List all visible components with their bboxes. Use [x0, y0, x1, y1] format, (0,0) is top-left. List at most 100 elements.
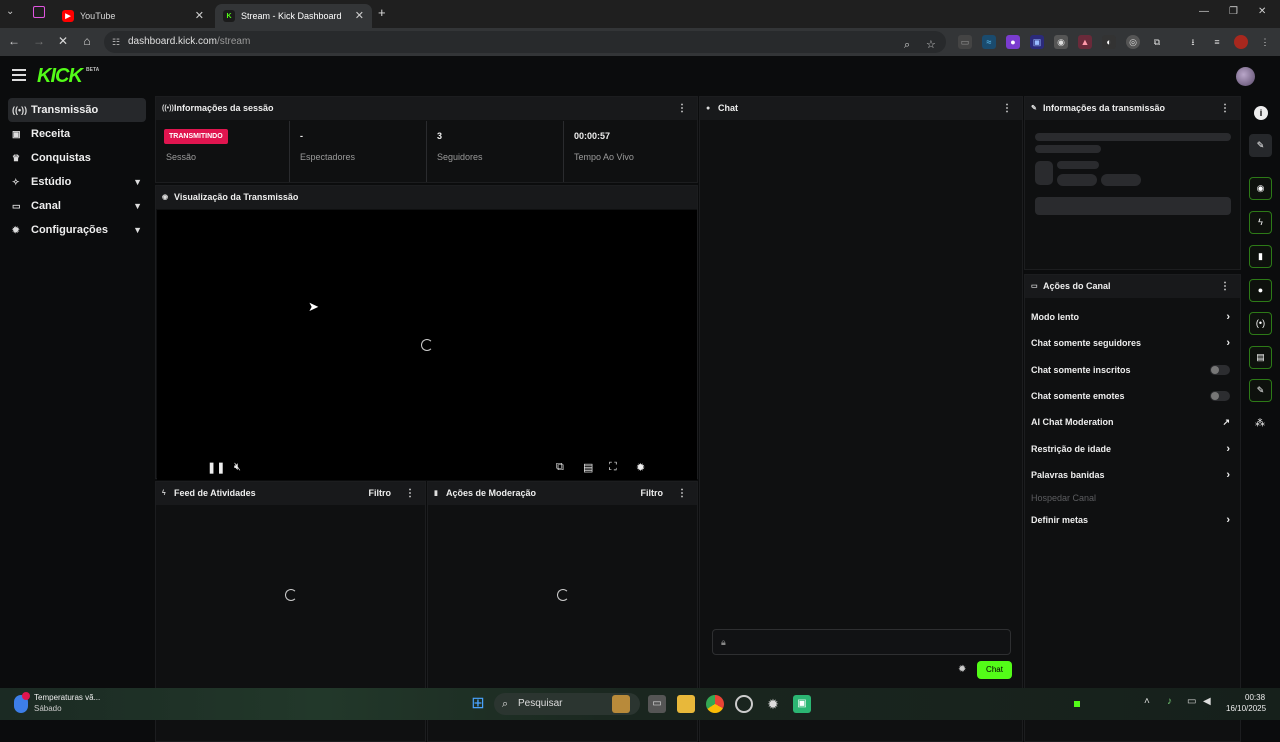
browser-tab-bar: ⌄ ▶ YouTube ✕ K Stream - Kick Dashboard …	[0, 0, 1280, 28]
network-icon[interactable]: ▭	[1187, 696, 1196, 707]
more-options-icon[interactable]: ⋮	[1220, 97, 1230, 120]
theater-mode-icon[interactable]: ▤	[583, 461, 593, 474]
tray-app-icon[interactable]	[1074, 701, 1080, 707]
trophy-icon: ♛	[12, 153, 21, 163]
skeleton-placeholder	[1035, 161, 1053, 185]
extension-icon[interactable]: ◎	[1126, 35, 1140, 49]
action-slow-mode[interactable]: Modo lento ›	[1031, 307, 1232, 327]
filter-button[interactable]: Filtro	[641, 482, 664, 505]
chat-message-input[interactable]: 🔒︎	[712, 629, 1011, 655]
kick-logo[interactable]: KICK	[37, 65, 83, 88]
action-ai-chat-moderation[interactable]: AI Chat Moderation ↗	[1031, 412, 1232, 432]
stop-loading-icon[interactable]: ✕	[55, 34, 71, 48]
lightning-icon[interactable]: ϟ	[1249, 211, 1272, 234]
wrench-icon[interactable]: ✎	[1249, 379, 1272, 402]
more-options-icon[interactable]: ⋮	[1002, 97, 1012, 120]
action-age-restriction[interactable]: Restrição de idade ›	[1031, 439, 1232, 459]
download-icon[interactable]: ⭳	[1186, 35, 1200, 49]
picture-in-picture-icon[interactable]: ⧉	[556, 461, 564, 474]
lightning-icon: ϟ	[162, 490, 166, 497]
close-icon[interactable]: ✕	[195, 9, 204, 22]
camera-icon[interactable]: ◉	[1249, 177, 1272, 200]
more-options-icon[interactable]: ⋮	[677, 482, 687, 505]
action-followers-only-chat[interactable]: Chat somente seguidores ›	[1031, 333, 1232, 353]
tab-youtube[interactable]: ▶ YouTube ✕	[54, 4, 212, 28]
clock-time[interactable]: 00:38	[1245, 693, 1265, 702]
channel-icon[interactable]: ▤	[1249, 346, 1272, 369]
app-icon[interactable]	[735, 695, 753, 713]
extension-icon[interactable]: ◐	[1102, 35, 1116, 49]
more-options-icon[interactable]: ⋮	[1220, 275, 1230, 298]
hamburger-menu-icon[interactable]	[12, 69, 26, 81]
edit-pencil-icon[interactable]: ✎	[1249, 134, 1272, 157]
weather-title[interactable]: Temperaturas vã...	[34, 693, 100, 702]
bookmark-star-icon[interactable]: ☆	[926, 34, 936, 56]
broadcast-icon[interactable]: (•)	[1249, 312, 1272, 335]
settings-gear-icon[interactable]: ✹	[764, 695, 782, 713]
panel-title: Feed de Atividades	[174, 488, 256, 498]
sidebar-item-transmissao[interactable]: ((•)) Transmissão	[8, 98, 146, 122]
media-icon[interactable]: ≡	[1210, 35, 1224, 49]
forward-icon[interactable]: →	[31, 34, 47, 48]
sidebar-item-canal[interactable]: ▭ Canal ▼	[8, 194, 146, 218]
zoom-icon[interactable]: ⌕	[904, 34, 910, 56]
chat-bubble-icon[interactable]: ●	[1249, 279, 1272, 302]
user-avatar[interactable]	[1236, 67, 1255, 86]
tab-search-icon[interactable]: ⌄	[6, 6, 14, 17]
mute-icon[interactable]: 🔇︎	[234, 461, 241, 474]
extension-icon[interactable]: ▭	[958, 35, 972, 49]
stat-viewers: - Espectadores	[290, 121, 427, 182]
profile-avatar-icon[interactable]	[1234, 35, 1248, 49]
app-icon[interactable]: ▣	[793, 695, 811, 713]
tab-groups-icon[interactable]	[33, 6, 45, 18]
more-options-icon[interactable]: ⋮	[677, 97, 687, 120]
extension-icon[interactable]: ●	[1006, 35, 1020, 49]
chat-send-button[interactable]: Chat	[977, 661, 1012, 679]
address-bar[interactable]: ☷ dashboard.kick.com/stream ⌕ ☆	[104, 31, 946, 53]
fullscreen-icon[interactable]: ⛶	[609, 461, 617, 474]
extension-icon[interactable]: ▲	[1078, 35, 1092, 49]
menu-kebab-icon[interactable]: ⋮	[1258, 35, 1272, 49]
book-icon[interactable]: ▮	[1249, 245, 1272, 268]
extension-icon[interactable]: ◉	[1054, 35, 1068, 49]
close-icon[interactable]: ✕	[355, 9, 364, 22]
action-set-goals[interactable]: Definir metas ›	[1031, 510, 1232, 530]
minimize-icon[interactable]: —	[1199, 6, 1209, 17]
home-icon[interactable]: ⌂	[79, 34, 95, 48]
info-icon[interactable]: i	[1254, 106, 1268, 120]
extension-icon[interactable]: ▣	[1030, 35, 1044, 49]
widgets-icon[interactable]: ⁂	[1255, 418, 1265, 429]
clock-date[interactable]: 16/10/2025	[1226, 704, 1266, 713]
tray-chevron-up-icon[interactable]: ˄	[1144, 696, 1150, 707]
sidebar-item-estudio[interactable]: ✧ Estúdio ▼	[8, 170, 146, 194]
file-explorer-icon[interactable]	[677, 695, 695, 713]
extension-icon[interactable]: ≈	[982, 35, 996, 49]
new-tab-icon[interactable]: +	[378, 5, 386, 20]
channel-icon: ▭	[1031, 283, 1038, 290]
chrome-icon[interactable]	[706, 695, 724, 713]
emotes-only-toggle[interactable]	[1210, 391, 1230, 401]
volume-icon[interactable]: ◀	[1203, 696, 1211, 707]
sidebar-item-configuracoes[interactable]: ✹ Configurações ▼	[8, 218, 146, 242]
video-player[interactable]: ❚❚ 🔇︎ ⧉ ▤ ⛶ ✹	[157, 210, 697, 480]
pause-icon[interactable]: ❚❚	[207, 461, 225, 474]
task-view-icon[interactable]: ▭	[648, 695, 666, 713]
more-options-icon[interactable]: ⋮	[405, 482, 415, 505]
filter-button[interactable]: Filtro	[369, 482, 392, 505]
window-close-icon[interactable]: ✕	[1258, 6, 1266, 17]
tab-kick-dashboard[interactable]: K Stream - Kick Dashboard ✕	[215, 4, 372, 28]
windows-start-icon[interactable]: ⊞	[469, 695, 487, 713]
puzzle-icon[interactable]: ⧉	[1150, 35, 1164, 49]
back-icon[interactable]: ←	[6, 34, 22, 48]
search-label: Pesquisar	[518, 698, 563, 709]
sidebar-item-conquistas[interactable]: ♛ Conquistas	[8, 146, 146, 170]
site-info-icon[interactable]: ☷	[112, 31, 120, 53]
chat-settings-gear-icon[interactable]: ✹	[958, 664, 966, 675]
subscribers-only-toggle[interactable]	[1210, 365, 1230, 375]
settings-gear-icon[interactable]: ✹	[636, 461, 645, 474]
search-highlight-icon	[612, 695, 630, 713]
action-banned-words[interactable]: Palavras banidas ›	[1031, 465, 1232, 485]
microphone-icon[interactable]: ♪	[1167, 696, 1172, 707]
restore-icon[interactable]: ❐	[1229, 6, 1238, 17]
sidebar-item-receita[interactable]: ▣ Receita	[8, 122, 146, 146]
